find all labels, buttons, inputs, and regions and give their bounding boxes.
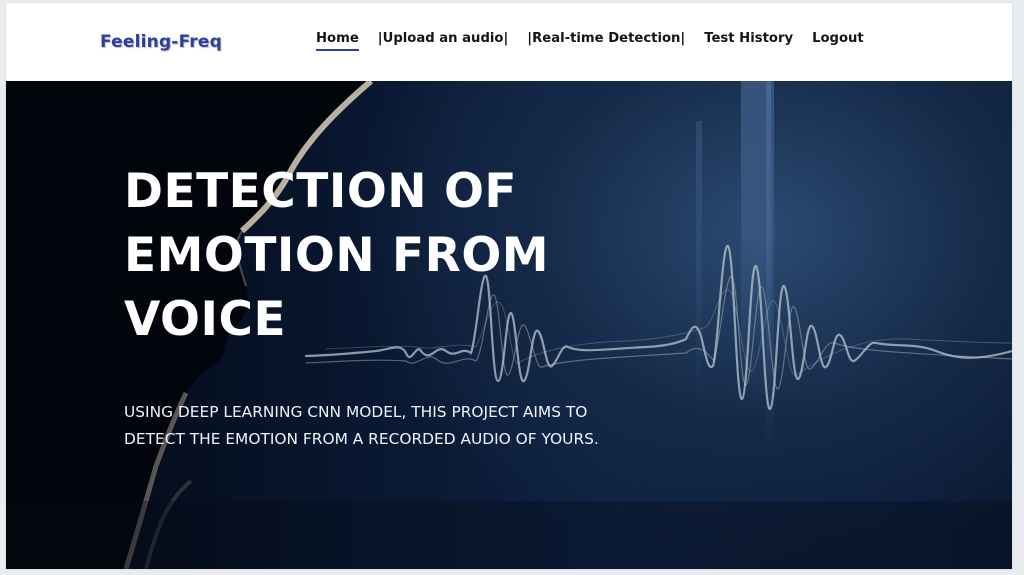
nav-logout-link[interactable]: Logout [812,31,864,46]
brand-logo[interactable]: Feeling-Freq [100,32,222,52]
hero-title: DETECTION OF EMOTION FROM VOICE [124,160,549,352]
hero-title-line-1: DETECTION OF [124,164,518,219]
hero-title-line-2: EMOTION FROM [124,228,550,283]
browser-viewport: Feeling-Freq Home |Upload an audio| |Rea… [6,3,1012,569]
hero-subtitle-line-1: USING DEEP LEARNING CNN MODEL, THIS PROJ… [124,403,588,421]
hero-subtitle-line-2: DETECT THE EMOTION FROM A RECORDED AUDIO… [124,430,599,448]
nav-test-history-link[interactable]: Test History [704,31,793,46]
top-navbar: Feeling-Freq Home |Upload an audio| |Rea… [6,3,1012,81]
main-nav: Home |Upload an audio| |Real-time Detect… [316,31,864,51]
hero-title-line-3: VOICE [124,292,287,347]
nav-upload-audio-link[interactable]: |Upload an audio| [378,31,508,46]
nav-home-link[interactable]: Home [316,31,359,51]
hero-subtitle: USING DEEP LEARNING CNN MODEL, THIS PROJ… [124,399,599,453]
nav-realtime-detection-link[interactable]: |Real-time Detection| [527,31,685,46]
hero-section: DETECTION OF EMOTION FROM VOICE USING DE… [6,81,1012,569]
